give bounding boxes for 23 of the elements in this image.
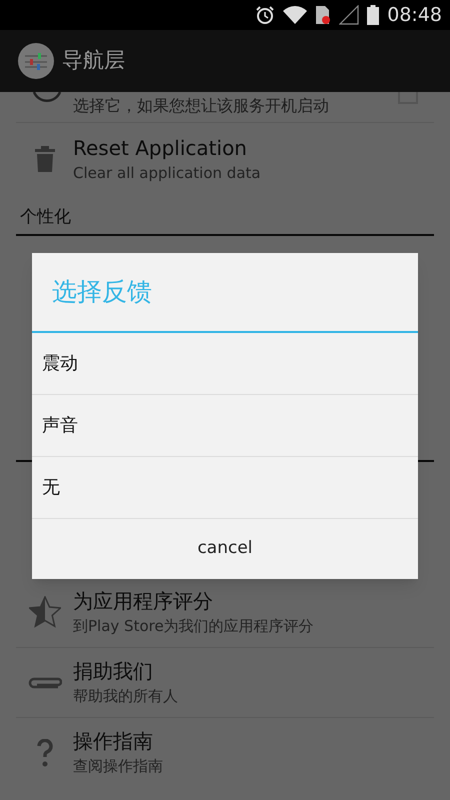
alarm-icon [255,5,276,25]
app-title: 导航层 [62,47,125,74]
item-subtitle: 选择它，如果您想让该服务开机启动 [73,95,329,117]
question-icon [36,738,54,766]
checkbox[interactable] [398,92,418,104]
star-icon [28,596,60,628]
status-time: 08:48 [387,2,442,28]
sim-card-icon [315,5,332,25]
signal-icon [339,5,360,25]
cancel-button[interactable]: cancel [32,519,418,579]
item-subtitle: Clear all application data [73,162,261,184]
item-subtitle: 查阅操作指南 [73,756,163,778]
dialog-option[interactable]: 无 [42,474,60,501]
item-subtitle: 帮助我的所有人 [73,686,178,708]
item-subtitle: 到Play Store为我们的应用程序评分 [73,616,314,637]
section-header: 个性化 [20,206,71,228]
wifi-icon [283,6,308,24]
dialog-option[interactable]: 声音 [42,412,78,439]
dialog-title: 选择反馈 [52,276,152,308]
sliders-icon[interactable] [18,43,54,79]
trash-icon [34,146,54,172]
battery-icon [367,5,380,25]
dialog-option[interactable]: 震动 [42,350,78,377]
